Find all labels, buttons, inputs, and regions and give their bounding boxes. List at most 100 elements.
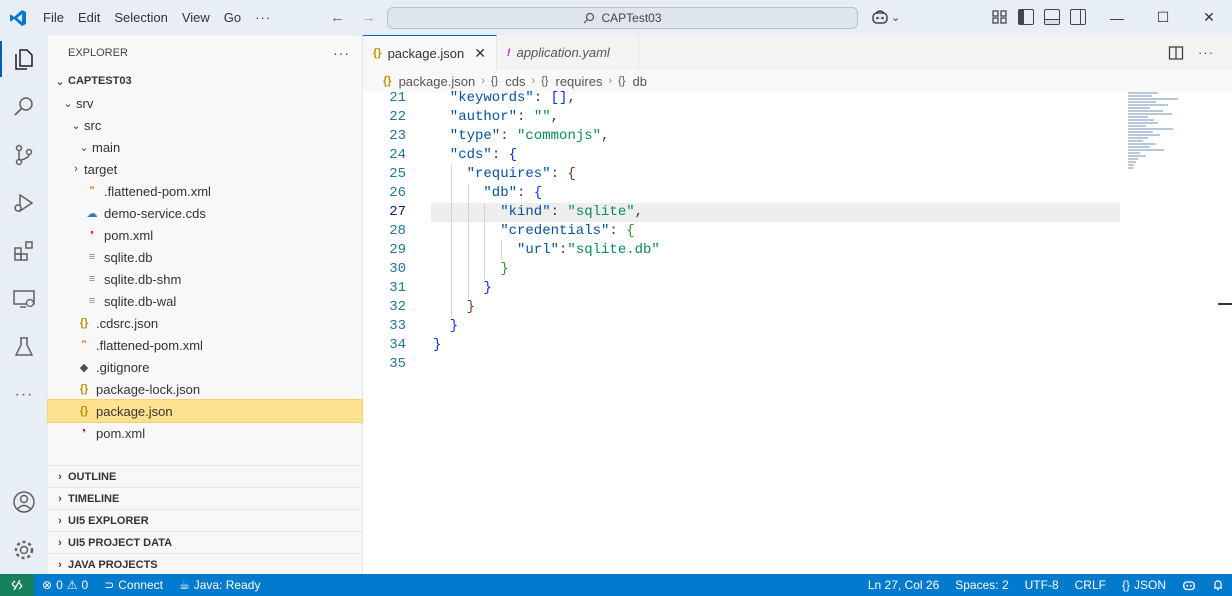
tab-application-yaml[interactable]: ! application.yaml xyxy=(497,35,639,70)
toggle-secondary-sidebar-icon[interactable] xyxy=(1070,9,1086,25)
menu-item-view[interactable]: View xyxy=(175,0,217,35)
code-line[interactable]: 32} xyxy=(363,298,1120,317)
panel-outline[interactable]: › OUTLINE xyxy=(48,465,363,487)
tree-item[interactable]: › target xyxy=(48,158,362,180)
code-line[interactable]: 28 "credentials": { xyxy=(363,222,1120,241)
language-mode[interactable]: {} JSON xyxy=(1122,578,1166,592)
close-icon[interactable]: ✕ xyxy=(1186,0,1232,35)
tab-label: application.yaml xyxy=(516,45,610,60)
extensions-icon[interactable] xyxy=(0,227,48,275)
code-editor[interactable]: 21 "keywords": [], 22 "author": "", 23 "type"… xyxy=(363,89,1232,574)
java-status[interactable]: ☕ Java: Ready xyxy=(179,578,260,592)
tab-package-json[interactable]: {} package.json ✕ xyxy=(363,35,497,70)
tree-item[interactable]: ❜ pom.xml xyxy=(48,224,362,246)
code-line[interactable]: 33} xyxy=(363,317,1120,336)
code-line[interactable]: 34} xyxy=(363,336,1120,355)
minimap[interactable] xyxy=(1128,92,1218,172)
split-editor-icon[interactable] xyxy=(1168,45,1184,61)
code-line[interactable]: 24 "cds": { xyxy=(363,146,1120,165)
tree-item[interactable]: {} .cdsrc.json xyxy=(48,312,362,334)
explorer-icon[interactable] xyxy=(0,35,48,83)
remote-indicator-icon[interactable] xyxy=(0,574,34,596)
minimap-line xyxy=(1128,122,1158,124)
problems-indicator[interactable]: ⊗ 0 ⚠ 0 xyxy=(42,578,88,592)
tree-item[interactable]: ʺ .flattened-pom.xml xyxy=(48,334,362,356)
connect-button[interactable]: ⊃ Connect xyxy=(104,578,163,592)
minimize-icon[interactable]: — xyxy=(1094,0,1140,35)
command-center-search[interactable]: CAPTest03 xyxy=(387,7,858,29)
line-number: 23 xyxy=(389,128,406,144)
copilot-status-icon[interactable] xyxy=(1182,579,1196,591)
tree-item[interactable]: ⌄ src xyxy=(48,114,362,136)
code-line[interactable]: 22 "author": "", xyxy=(363,108,1120,127)
run-and-debug-icon[interactable] xyxy=(0,179,48,227)
more-icon[interactable]: ··· xyxy=(0,371,48,419)
breadcrumb-item[interactable]: package.json xyxy=(399,74,476,89)
panel-java-projects[interactable]: › JAVA PROJECTS xyxy=(48,553,363,575)
testing-icon[interactable] xyxy=(0,323,48,371)
source-control-icon[interactable] xyxy=(0,131,48,179)
copilot-menu[interactable]: ⌄ xyxy=(871,9,900,25)
tree-item[interactable]: ≡ sqlite.db-wal xyxy=(48,290,362,312)
line-number: 31 xyxy=(389,280,406,296)
toggle-panel-icon[interactable] xyxy=(1044,9,1060,25)
menu-item-edit[interactable]: Edit xyxy=(71,0,107,35)
tree-item[interactable]: {} package.json xyxy=(47,399,363,423)
explorer-more-actions-icon[interactable]: ··· xyxy=(333,45,350,61)
notifications-bell-icon[interactable] xyxy=(1212,579,1224,591)
indentation[interactable]: Spaces: 2 xyxy=(955,578,1008,592)
tree-item[interactable]: ☁ demo-service.cds xyxy=(48,202,362,224)
cursor-position[interactable]: Ln 27, Col 26 xyxy=(868,578,939,592)
tree-item[interactable]: ≡ sqlite.db xyxy=(48,246,362,268)
end-of-line[interactable]: CRLF xyxy=(1075,578,1106,592)
tree-item[interactable]: ʺ .flattened-pom.xml xyxy=(48,180,362,202)
java-status-label: Java: Ready xyxy=(193,578,261,592)
back-arrow-icon[interactable]: ← xyxy=(330,9,345,26)
maximize-icon[interactable]: ☐ xyxy=(1140,0,1186,35)
tree-item-label: .flattened-pom.xml xyxy=(104,183,211,199)
tree-item[interactable]: ❜ pom.xml xyxy=(48,422,362,444)
code-line[interactable]: 35 xyxy=(363,355,1120,374)
menu-item-selection[interactable]: Selection xyxy=(107,0,174,35)
breadcrumb-item[interactable]: cds xyxy=(505,74,525,89)
explorer-title: EXPLORER xyxy=(68,46,128,59)
remote-explorer-icon[interactable] xyxy=(0,275,48,323)
toggle-primary-sidebar-icon[interactable] xyxy=(1018,9,1034,25)
code-line[interactable]: 21 "keywords": [], xyxy=(363,89,1120,108)
menu-more[interactable]: ··· xyxy=(248,0,278,35)
chevron-right-icon: › xyxy=(58,536,62,549)
code-token: "author" xyxy=(449,109,518,125)
menu-item-file[interactable]: File xyxy=(36,0,71,35)
manage-gear-icon[interactable] xyxy=(0,526,48,574)
forward-arrow-icon[interactable]: → xyxy=(361,9,376,26)
indent-guide xyxy=(484,260,486,279)
language-label: JSON xyxy=(1133,578,1166,592)
panel-timeline[interactable]: › TIMELINE xyxy=(48,487,363,509)
breadcrumb-item[interactable]: db xyxy=(632,74,646,89)
code-line[interactable]: 27 "kind": "sqlite", xyxy=(363,203,1120,222)
accounts-icon[interactable] xyxy=(0,478,48,526)
search-icon[interactable] xyxy=(0,83,48,131)
tree-item[interactable]: {} package-lock.json xyxy=(48,378,362,400)
tree-item[interactable]: ≡ sqlite.db-shm xyxy=(48,268,362,290)
tree-item[interactable]: ⌄ srv xyxy=(48,92,362,114)
code-line[interactable]: 25 "requires": { xyxy=(363,165,1120,184)
breadcrumb-item[interactable]: requires xyxy=(555,74,602,89)
tree-item[interactable]: ⌄ main xyxy=(48,136,362,158)
tree-item[interactable]: ◆ .gitignore xyxy=(48,356,362,378)
workspace-root[interactable]: ⌄ CAPTEST03 xyxy=(48,70,362,92)
panel-ui5-explorer[interactable]: › UI5 EXPLORER xyxy=(48,509,363,531)
line-number: 32 xyxy=(389,299,406,315)
code-line[interactable]: 23 "type": "commonjs", xyxy=(363,127,1120,146)
menu-item-go[interactable]: Go xyxy=(217,0,248,35)
more-actions-icon[interactable]: ··· xyxy=(1198,45,1214,60)
panel-ui5-project-data[interactable]: › UI5 PROJECT DATA xyxy=(48,531,363,553)
customize-layout-icon[interactable] xyxy=(992,9,1008,25)
code-line[interactable]: 29 "url":"sqlite.db" xyxy=(363,241,1120,260)
code-line[interactable]: 30} xyxy=(363,260,1120,279)
encoding[interactable]: UTF-8 xyxy=(1025,578,1059,592)
close-icon[interactable]: ✕ xyxy=(474,45,486,62)
code-line[interactable]: 31} xyxy=(363,279,1120,298)
maven-icon: ❜ xyxy=(82,427,86,440)
code-line[interactable]: 26 "db": { xyxy=(363,184,1120,203)
